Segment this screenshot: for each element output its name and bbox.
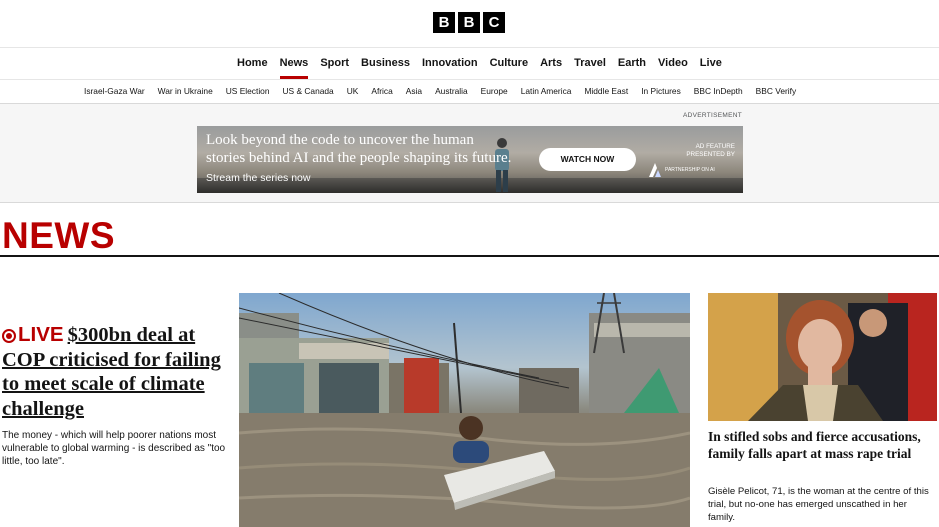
ad-banner[interactable]: Look beyond the code to uncover the huma…	[197, 126, 743, 193]
side-story-headline[interactable]: In stifled sobs and fierce accusations, …	[708, 429, 936, 462]
lead-description: The money - which will help poorer natio…	[2, 430, 226, 467]
section-title: NEWS	[2, 215, 115, 256]
nav-sport[interactable]: Sport	[320, 48, 349, 79]
logo-letter-c: C	[483, 12, 505, 33]
main-navigation: Home News Sport Business Innovation Cult…	[0, 48, 939, 80]
nav-arts[interactable]: Arts	[540, 48, 562, 79]
nav-home[interactable]: Home	[237, 48, 268, 79]
sub-navigation: Israel-Gaza War War in Ukraine US Electi…	[0, 80, 939, 104]
subnav-asia[interactable]: Asia	[406, 80, 422, 103]
subnav-australia[interactable]: Australia	[435, 80, 468, 103]
subnav-war-in-ukraine[interactable]: War in Ukraine	[158, 80, 213, 103]
lead-headline[interactable]: LIVE $300bn deal at COP criticised for fa…	[2, 323, 230, 421]
partnership-logo-icon	[649, 163, 661, 177]
ad-feature-line2: PRESENTED BY	[686, 151, 735, 158]
subnav-middle-east[interactable]: Middle East	[584, 80, 628, 103]
lead-story-image[interactable]	[239, 293, 690, 527]
ad-partner-name: PARTNERSHIP ON AI	[665, 167, 715, 173]
ad-subline: Stream the series now	[206, 172, 311, 184]
subnav-bbc-verify[interactable]: BBC Verify	[756, 80, 797, 103]
subnav-latin-america[interactable]: Latin America	[521, 80, 572, 103]
ad-feature-line1: AD FEATURE	[695, 143, 735, 150]
nav-innovation[interactable]: Innovation	[422, 48, 478, 79]
section-divider	[0, 255, 939, 257]
side-story-description: Gisèle Pelicot, 71, is the woman at the …	[708, 486, 929, 523]
subnav-uk[interactable]: UK	[347, 80, 359, 103]
flood-scene-illustration	[239, 293, 690, 527]
nav-video[interactable]: Video	[658, 48, 688, 79]
logo-letter-b2: B	[458, 12, 480, 33]
nav-live[interactable]: Live	[700, 48, 722, 79]
subnav-africa[interactable]: Africa	[371, 80, 392, 103]
masthead: B B C	[0, 0, 939, 48]
ad-partner: PARTNERSHIP ON AI	[649, 163, 739, 177]
ad-feature-label: AD FEATURE PRESENTED BY	[685, 143, 735, 159]
nav-travel[interactable]: Travel	[574, 48, 606, 79]
logo-letter-b1: B	[433, 12, 455, 33]
live-indicator-icon	[2, 329, 16, 343]
woman-portrait-illustration	[708, 293, 937, 421]
watch-now-button[interactable]: WATCH NOW	[539, 148, 636, 171]
nav-news[interactable]: News	[279, 48, 309, 79]
ad-headline-line2: stories behind AI and the people shaping…	[206, 150, 512, 166]
nav-earth[interactable]: Earth	[618, 48, 646, 79]
subnav-us-election[interactable]: US Election	[226, 80, 270, 103]
ad-headline-line1: Look beyond the code to uncover the huma…	[206, 132, 474, 148]
subnav-us-canada[interactable]: US & Canada	[283, 80, 334, 103]
subnav-europe[interactable]: Europe	[481, 80, 508, 103]
subnav-israel-gaza-war[interactable]: Israel-Gaza War	[84, 80, 145, 103]
live-label: LIVE	[18, 323, 64, 346]
side-story-image[interactable]	[708, 293, 937, 421]
nav-business[interactable]: Business	[361, 48, 410, 79]
advertisement-label: ADVERTISEMENT	[682, 112, 742, 119]
nav-culture[interactable]: Culture	[490, 48, 529, 79]
advertisement-region: ADVERTISEMENT Look beyond the code to un…	[0, 104, 939, 203]
lead-story: LIVE $300bn deal at COP criticised for fa…	[2, 323, 230, 468]
subnav-in-pictures[interactable]: In Pictures	[641, 80, 681, 103]
subnav-bbc-indepth[interactable]: BBC InDepth	[694, 80, 743, 103]
bbc-logo[interactable]: B B C	[433, 12, 505, 33]
